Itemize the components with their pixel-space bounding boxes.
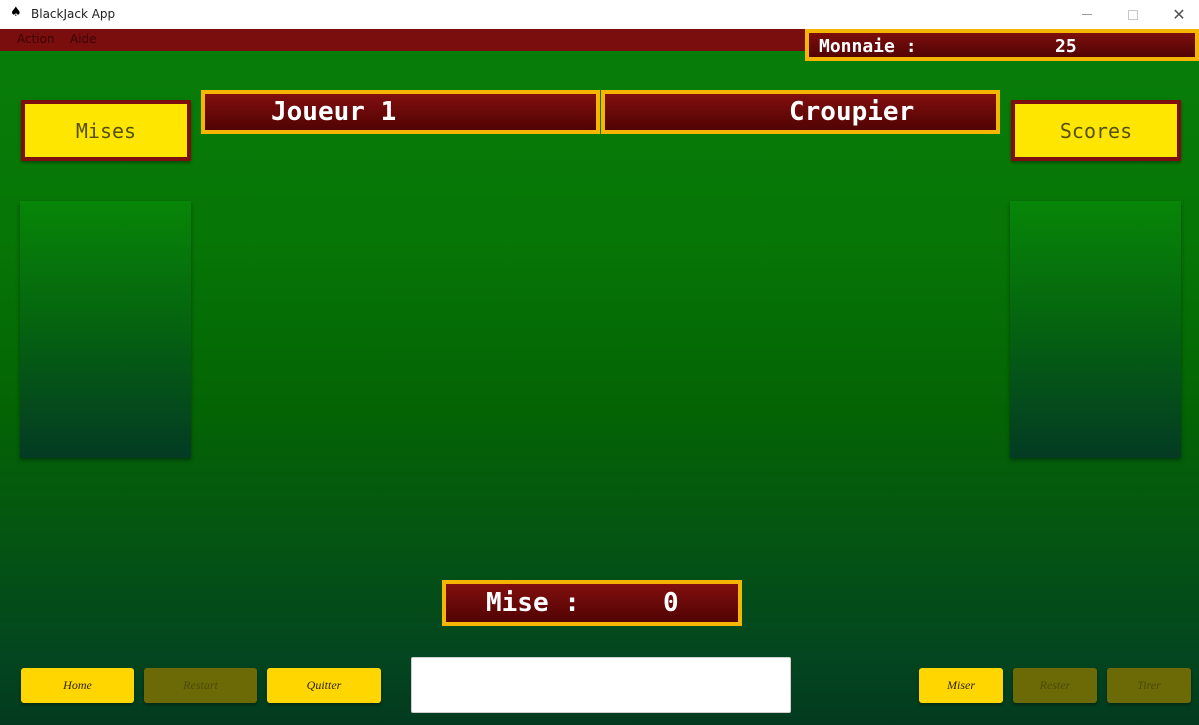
close-icon: ✕	[1172, 5, 1186, 24]
quitter-button[interactable]: Quitter	[267, 668, 381, 703]
restart-button[interactable]: Restart	[144, 668, 257, 703]
player-banner: Joueur 1	[201, 90, 600, 134]
dealer-banner-inner: Croupier	[605, 94, 996, 130]
mises-button-label: Mises	[25, 104, 187, 157]
bet-label: Mise :	[486, 588, 580, 618]
minimize-button[interactable]	[1064, 0, 1110, 29]
menu-bar: Action Aide	[0, 29, 805, 51]
money-value: 25	[1055, 36, 1077, 57]
menu-action[interactable]: Action	[17, 32, 55, 46]
minimize-icon	[1082, 14, 1092, 15]
bet-display: Mise : 0	[442, 580, 742, 626]
miser-button[interactable]: Miser	[919, 668, 1003, 703]
money-display-inner: Monnaie : 25	[809, 33, 1195, 57]
maximize-icon	[1128, 9, 1138, 20]
money-display: Monnaie : 25	[805, 29, 1199, 61]
scores-button-label: Scores	[1015, 104, 1177, 157]
menu-aide[interactable]: Aide	[70, 32, 97, 46]
window-title: BlackJack App	[31, 7, 116, 21]
home-button[interactable]: Home	[21, 668, 134, 703]
message-input[interactable]	[411, 657, 791, 713]
rester-button[interactable]: Rester	[1013, 668, 1097, 703]
spade-icon: ♠	[10, 5, 22, 20]
dealer-banner: Croupier	[601, 90, 1000, 134]
mises-button[interactable]: Mises	[21, 100, 191, 161]
money-label: Monnaie :	[819, 36, 917, 57]
title-bar: ♠ BlackJack App ✕	[0, 0, 1199, 29]
mises-panel	[20, 201, 191, 458]
scores-button[interactable]: Scores	[1011, 100, 1181, 161]
close-button[interactable]: ✕	[1156, 0, 1199, 29]
bet-value: 0	[663, 588, 679, 618]
tirer-button[interactable]: Tirer	[1107, 668, 1191, 703]
player-name: Joueur 1	[271, 97, 397, 127]
game-table: Action Aide Monnaie : 25 Mises Joueur 1 …	[0, 29, 1199, 725]
bet-display-inner: Mise : 0	[446, 584, 738, 622]
player-banner-inner: Joueur 1	[205, 94, 596, 130]
dealer-name: Croupier	[789, 97, 915, 127]
maximize-button[interactable]	[1110, 0, 1156, 29]
scores-panel	[1010, 201, 1181, 458]
